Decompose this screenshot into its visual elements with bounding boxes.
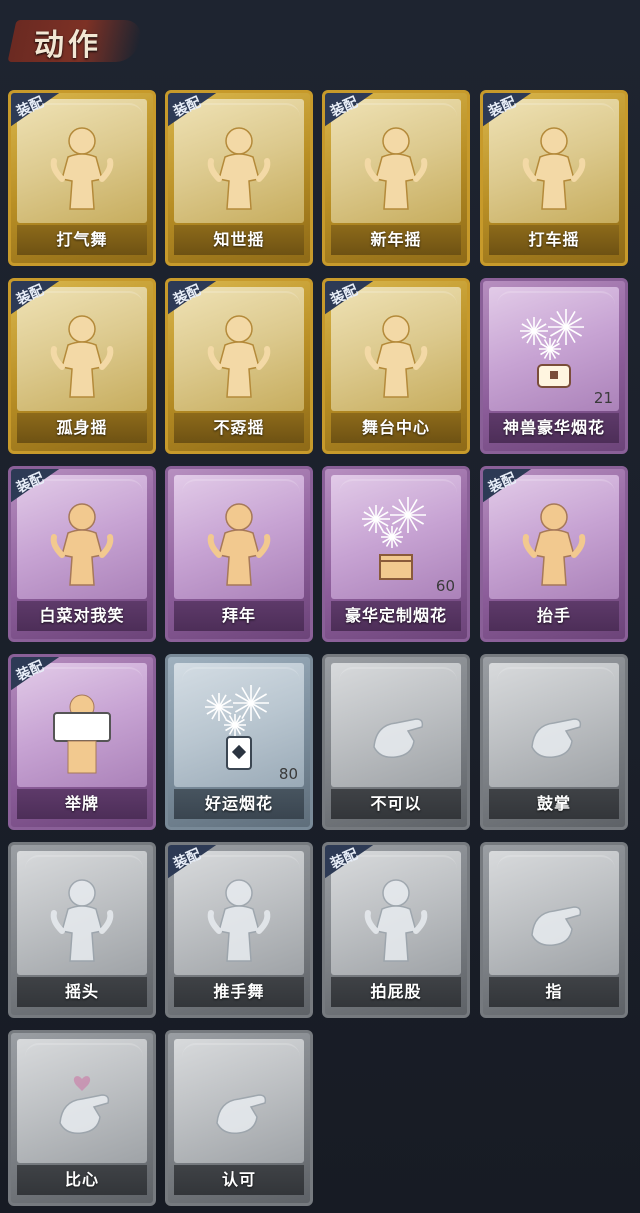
clap-figure-icon <box>346 121 446 211</box>
shy-figure-icon <box>32 497 132 587</box>
emote-card[interactable]: 摇头 <box>8 842 156 1018</box>
dance-figure-icon <box>32 121 132 211</box>
emote-card[interactable]: 60 豪华定制烟花 <box>322 466 470 642</box>
emote-card[interactable]: 装配白菜对我笑 <box>8 466 156 642</box>
emote-name: 打气舞 <box>17 225 147 255</box>
equipped-badge: 装配 <box>168 93 222 129</box>
emote-card[interactable]: 拜年 <box>165 466 313 642</box>
push-dance-figure-icon <box>189 873 289 963</box>
emote-name: 不孬摇 <box>174 413 304 443</box>
thumbs-up-icon <box>189 1061 289 1151</box>
emote-name: 好运烟花 <box>174 789 304 819</box>
emote-card[interactable]: 鼓掌 <box>480 654 628 830</box>
emote-name: 推手舞 <box>174 977 304 1007</box>
equipped-badge: 装配 <box>325 281 379 317</box>
finger-wag-icon <box>346 685 446 775</box>
greeting-figure-icon <box>189 497 289 587</box>
emote-name: 比心 <box>17 1165 147 1195</box>
emote-card[interactable]: 装配舞台中心 <box>322 278 470 454</box>
emote-grid: 装配 打气舞 装配 知世摇 装配 新年摇 装配 打车摇 装配 孤身摇 装配 不孬摇 装配 舞台中心 21 神兽… <box>0 0 640 1213</box>
emote-card[interactable]: 认可 <box>165 1030 313 1206</box>
clap-hands-icon <box>504 685 604 775</box>
emote-name: 认可 <box>174 1165 304 1195</box>
equipped-badge: 装配 <box>483 469 537 505</box>
emote-name: 摇头 <box>17 977 147 1007</box>
point-hand-icon <box>504 873 604 963</box>
emote-name: 新年摇 <box>331 225 461 255</box>
slap-figure-icon <box>346 873 446 963</box>
emote-name: 不可以 <box>331 789 461 819</box>
emote-card[interactable]: 装配知世摇 <box>165 90 313 266</box>
emote-card[interactable]: 装配抬手 <box>480 466 628 642</box>
emote-name: 孤身摇 <box>17 413 147 443</box>
equipped-badge: 装配 <box>11 657 65 693</box>
emote-card[interactable]: 装配举牌 <box>8 654 156 830</box>
equipped-badge: 装配 <box>11 281 65 317</box>
equipped-badge: 装配 <box>325 845 379 881</box>
fireworks-box-icon <box>346 497 446 587</box>
emote-name: 拍屁股 <box>331 977 461 1007</box>
emote-card[interactable]: 装配打气舞 <box>8 90 156 266</box>
emote-card[interactable]: 比心 <box>8 1030 156 1206</box>
emote-page: 动作 装配 打气舞 装配 知世摇 装配 新年摇 装配 打车摇 装配 孤身摇 装配 不孬摇 装配 舞台中心 2… <box>0 0 640 1213</box>
emote-name: 知世摇 <box>174 225 304 255</box>
sway-figure-icon <box>189 121 289 211</box>
emote-card[interactable]: 装配拍屁股 <box>322 842 470 1018</box>
emote-card[interactable]: 21 神兽豪华烟花 <box>480 278 628 454</box>
firecracker-icon <box>189 685 289 775</box>
emote-card[interactable]: 装配新年摇 <box>322 90 470 266</box>
equipped-badge: 装配 <box>11 93 65 129</box>
emote-card[interactable]: 装配不孬摇 <box>165 278 313 454</box>
hold-sign-figure-icon <box>32 685 132 775</box>
center-stage-figure-icon <box>346 309 446 399</box>
emote-card[interactable]: 不可以 <box>322 654 470 830</box>
equipped-badge: 装配 <box>168 281 222 317</box>
solo-sway-figure-icon <box>32 309 132 399</box>
emote-card[interactable]: 装配推手舞 <box>165 842 313 1018</box>
equipped-badge: 装配 <box>483 93 537 129</box>
equipped-badge: 装配 <box>11 469 65 505</box>
emote-name: 举牌 <box>17 789 147 819</box>
emote-name: 拜年 <box>174 601 304 631</box>
emote-card[interactable]: 80 好运烟花 <box>165 654 313 830</box>
emote-name: 鼓掌 <box>489 789 619 819</box>
emote-name: 指 <box>489 977 619 1007</box>
equipped-badge: 装配 <box>168 845 222 881</box>
point-up-figure-icon <box>189 309 289 399</box>
emote-card[interactable]: 装配打车摇 <box>480 90 628 266</box>
emote-card[interactable]: 装配孤身摇 <box>8 278 156 454</box>
fireworks-bucket-icon <box>504 309 604 399</box>
finger-heart-icon <box>32 1061 132 1151</box>
emote-name: 舞台中心 <box>331 413 461 443</box>
item-count: 60 <box>435 577 455 595</box>
hail-figure-icon <box>504 121 604 211</box>
shake-head-figure-icon <box>32 873 132 963</box>
emote-name: 豪华定制烟花 <box>331 601 461 631</box>
emote-name: 神兽豪华烟花 <box>489 413 619 443</box>
emote-card[interactable]: 指 <box>480 842 628 1018</box>
emote-name: 白菜对我笑 <box>17 601 147 631</box>
item-count: 80 <box>278 765 298 783</box>
raise-hand-figure-icon <box>504 497 604 587</box>
emote-name: 打车摇 <box>489 225 619 255</box>
item-count: 21 <box>593 389 613 407</box>
emote-name: 抬手 <box>489 601 619 631</box>
equipped-badge: 装配 <box>325 93 379 129</box>
